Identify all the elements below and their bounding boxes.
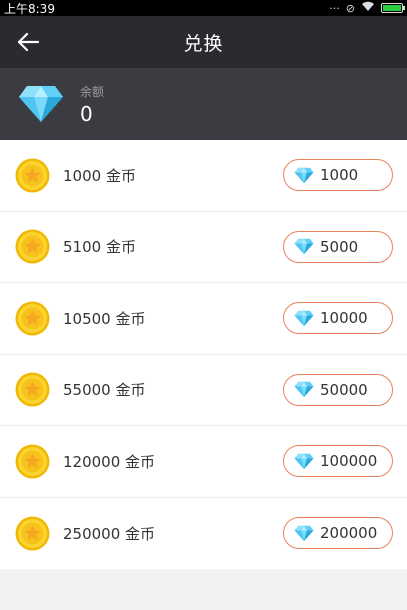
status-time: 上午8:39 <box>4 1 55 16</box>
balance-panel: 余额 0 <box>0 68 407 140</box>
balance-value: 0 <box>80 101 93 126</box>
list-item: 10500 金币 10000 <box>0 283 407 355</box>
exchange-button[interactable]: 5000 <box>283 230 393 263</box>
diamond-icon <box>18 84 64 124</box>
gold-coin-icon <box>15 444 50 479</box>
diamond-icon <box>294 310 314 327</box>
exchange-button[interactable]: 1000 <box>283 159 393 192</box>
coin-amount: 10500 金币 <box>63 309 146 328</box>
coin-amount: 250000 金币 <box>63 524 156 543</box>
page-title: 兑换 <box>183 32 224 55</box>
arrow-left-icon <box>17 32 39 52</box>
diamond-icon <box>294 525 314 542</box>
price-value: 5000 <box>320 237 359 256</box>
header: 兑换 <box>0 16 407 68</box>
diamond-icon <box>294 453 314 470</box>
list-item: 1000 金币 1000 <box>0 140 407 212</box>
price-value: 50000 <box>320 380 368 399</box>
exchange-button[interactable]: 100000 <box>283 445 393 478</box>
coin-amount: 120000 金币 <box>63 452 156 471</box>
diamond-icon <box>294 381 314 398</box>
diamond-icon <box>294 238 314 255</box>
exchange-list: 1000 金币 1000 5100 金币 5000 10500 金币 10000… <box>0 140 407 569</box>
status-bar: 上午8:39 ··· ⊘ <box>0 0 407 16</box>
coin-amount: 1000 金币 <box>63 166 136 185</box>
wifi-icon <box>361 1 375 15</box>
gold-coin-icon <box>15 158 50 193</box>
price-value: 100000 <box>320 452 378 471</box>
balance-label: 余额 <box>80 84 105 99</box>
list-item: 55000 金币 50000 <box>0 355 407 426</box>
exchange-button[interactable]: 10000 <box>283 302 393 335</box>
gold-coin-icon <box>15 516 50 551</box>
more-icon: ··· <box>329 1 340 15</box>
price-value: 200000 <box>320 524 378 543</box>
coin-amount: 55000 金币 <box>63 381 146 400</box>
list-item: 5100 金币 5000 <box>0 212 407 283</box>
gold-coin-icon <box>15 301 50 336</box>
diamond-icon <box>294 167 314 184</box>
price-value: 1000 <box>320 166 359 185</box>
sync-icon: ⊘ <box>345 1 355 15</box>
gold-coin-icon <box>15 229 50 264</box>
exchange-button[interactable]: 200000 <box>283 517 393 550</box>
price-value: 10000 <box>320 309 368 328</box>
list-item: 250000 金币 200000 <box>0 498 407 570</box>
exchange-button[interactable]: 50000 <box>283 373 393 406</box>
coin-amount: 5100 金币 <box>63 238 136 257</box>
back-button[interactable] <box>12 26 44 58</box>
battery-icon <box>381 3 405 13</box>
list-item: 120000 金币 100000 <box>0 426 407 498</box>
gold-coin-icon <box>15 372 50 407</box>
status-icons: ··· ⊘ <box>329 1 405 15</box>
